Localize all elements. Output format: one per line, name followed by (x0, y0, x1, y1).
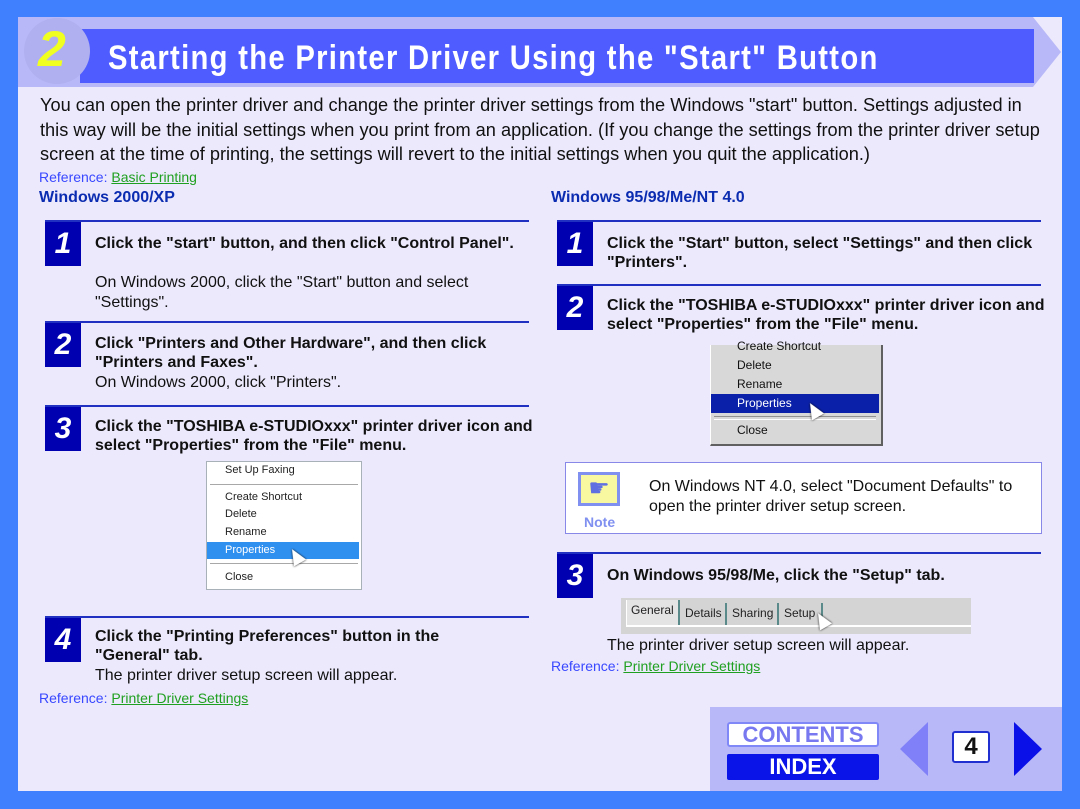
tab-general[interactable]: General (626, 600, 680, 626)
printer-properties-tabs-screenshot: General Details Sharing Setup (621, 598, 971, 634)
step-note: On Windows 2000, click the "Start" butto… (95, 274, 469, 311)
menu-item-delete[interactable]: Delete (711, 356, 879, 375)
previous-page-arrow-icon[interactable] (900, 722, 928, 776)
step-note: On Windows 2000, click "Printers". (95, 374, 342, 391)
win98-file-menu-screenshot: Create Shortcut Delete Rename Properties… (710, 339, 883, 446)
reference-label: Reference: (39, 169, 112, 185)
menu-item-rename[interactable]: Rename (711, 375, 879, 394)
right-reference: Reference: Printer Driver Settings (551, 658, 760, 674)
basic-printing-link[interactable]: Basic Printing (111, 169, 197, 185)
note-label: Note (584, 514, 616, 530)
step-number: 3 (45, 407, 81, 451)
next-page-arrow-icon[interactable] (1014, 722, 1042, 776)
step-instruction: Click the "Printing Preferences" button … (95, 628, 440, 664)
menu-item-set-up-faxing[interactable]: Set Up Faxing (207, 462, 359, 479)
index-button[interactable]: INDEX (727, 754, 879, 780)
step-instruction: Click the "Start" button, select "Settin… (607, 235, 1033, 271)
heading-windows-2000-xp: Windows 2000/XP (39, 189, 175, 206)
menu-item-rename[interactable]: Rename (207, 524, 359, 541)
page-number: 4 (952, 731, 990, 763)
reference-label: Reference: (39, 690, 112, 706)
menu-item-close[interactable]: Close (711, 421, 879, 440)
menu-item-create-shortcut[interactable]: Create Shortcut (207, 489, 359, 506)
menu-item-close[interactable]: Close (207, 569, 359, 586)
left-reference: Reference: Printer Driver Settings (39, 690, 248, 706)
page: 2 Starting the Printer Driver Using the … (18, 17, 1062, 791)
step-number: 3 (557, 554, 593, 598)
step-number: 1 (557, 222, 593, 266)
step-instruction: Click the "TOSHIBA e-STUDIOxxx" printer … (607, 297, 1045, 333)
intro-paragraph: You can open the printer driver and chan… (40, 95, 1040, 164)
step-instruction: On Windows 95/98/Me, click the "Setup" t… (607, 567, 945, 584)
tab-sharing[interactable]: Sharing (728, 603, 779, 625)
menu-item-delete[interactable]: Delete (207, 506, 359, 523)
section-number: 2 (38, 21, 66, 77)
note-box: ☛ Note On Windows NT 4.0, select "Docume… (565, 462, 1042, 534)
step-number: 4 (45, 618, 81, 662)
step-number: 1 (45, 222, 81, 266)
step-note: The printer driver setup screen will app… (607, 637, 910, 654)
pointing-hand-icon: ☛ (578, 472, 620, 506)
step-note: The printer driver setup screen will app… (95, 667, 398, 684)
printer-driver-settings-link[interactable]: Printer Driver Settings (623, 658, 760, 674)
navigation-panel: CONTENTS INDEX 4 (710, 707, 1062, 791)
contents-button[interactable]: CONTENTS (727, 722, 879, 747)
tab-details[interactable]: Details (681, 603, 727, 625)
menu-item-properties[interactable]: Properties (207, 542, 359, 559)
step-instruction: Click the "start" button, and then click… (95, 235, 514, 252)
printer-driver-settings-link[interactable]: Printer Driver Settings (111, 690, 248, 706)
note-text: On Windows NT 4.0, select "Document Defa… (649, 478, 1013, 515)
heading-windows-95-98-me-nt: Windows 95/98/Me/NT 4.0 (551, 189, 745, 206)
page-title: Starting the Printer Driver Using the "S… (108, 39, 879, 77)
menu-item-properties[interactable]: Properties (711, 394, 879, 413)
step-instruction: Click "Printers and Other Hardware", and… (95, 335, 487, 371)
step-number: 2 (45, 323, 81, 367)
xp-file-menu-screenshot: Set Up Faxing Create Shortcut Delete Ren… (206, 461, 362, 590)
title-arrow-decoration (1033, 17, 1061, 87)
reference-basic-printing: Reference: Basic Printing (39, 169, 197, 185)
step-number: 2 (557, 286, 593, 330)
step-instruction: Click the "TOSHIBA e-STUDIOxxx" printer … (95, 418, 533, 454)
menu-item-create-shortcut[interactable]: Create Shortcut (711, 337, 879, 356)
reference-label: Reference: (551, 658, 624, 674)
